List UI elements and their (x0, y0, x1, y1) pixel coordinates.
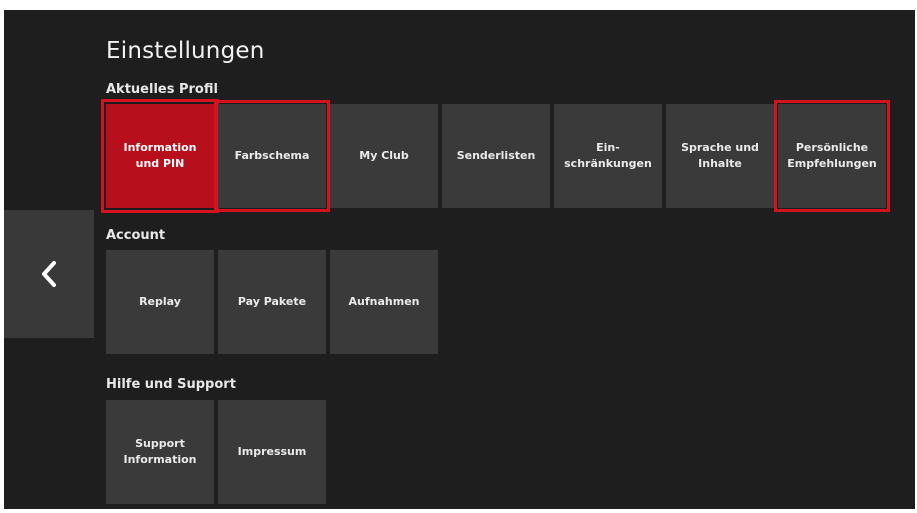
tile-persoenliche-empfehlungen[interactable]: Persönliche Empfehlungen (774, 100, 890, 212)
tile-pay-pakete[interactable]: Pay Pakete (218, 250, 326, 354)
back-button[interactable] (4, 210, 94, 338)
section-label-profile: Aktuelles Profil (106, 82, 218, 97)
support-tiles-row: Support Information Impressum (106, 400, 326, 504)
tile-my-club[interactable]: My Club (330, 104, 438, 208)
page-title: Einstellungen (106, 38, 265, 64)
section-label-account: Account (106, 228, 166, 243)
tile-farbschema[interactable]: Farbschema (214, 100, 330, 212)
tile-replay[interactable]: Replay (106, 250, 214, 354)
profile-tiles-row: Information und PIN Farbschema My Club S… (101, 99, 890, 213)
tile-support-information[interactable]: Support Information (106, 400, 214, 504)
tile-sprache-und-inhalte[interactable]: Sprache und Inhalte (666, 104, 774, 208)
chevron-left-icon (42, 261, 56, 287)
tile-senderlisten[interactable]: Senderlisten (442, 104, 550, 208)
tile-einschraenkungen[interactable]: Ein- schränkungen (554, 104, 662, 208)
tile-information-und-pin[interactable]: Information und PIN (101, 99, 219, 213)
tile-aufnahmen[interactable]: Aufnahmen (330, 250, 438, 354)
tile-impressum[interactable]: Impressum (218, 400, 326, 504)
section-label-support: Hilfe und Support (106, 377, 236, 392)
account-tiles-row: Replay Pay Pakete Aufnahmen (106, 250, 438, 354)
settings-screen: Einstellungen Aktuelles Profil Informati… (4, 10, 915, 509)
